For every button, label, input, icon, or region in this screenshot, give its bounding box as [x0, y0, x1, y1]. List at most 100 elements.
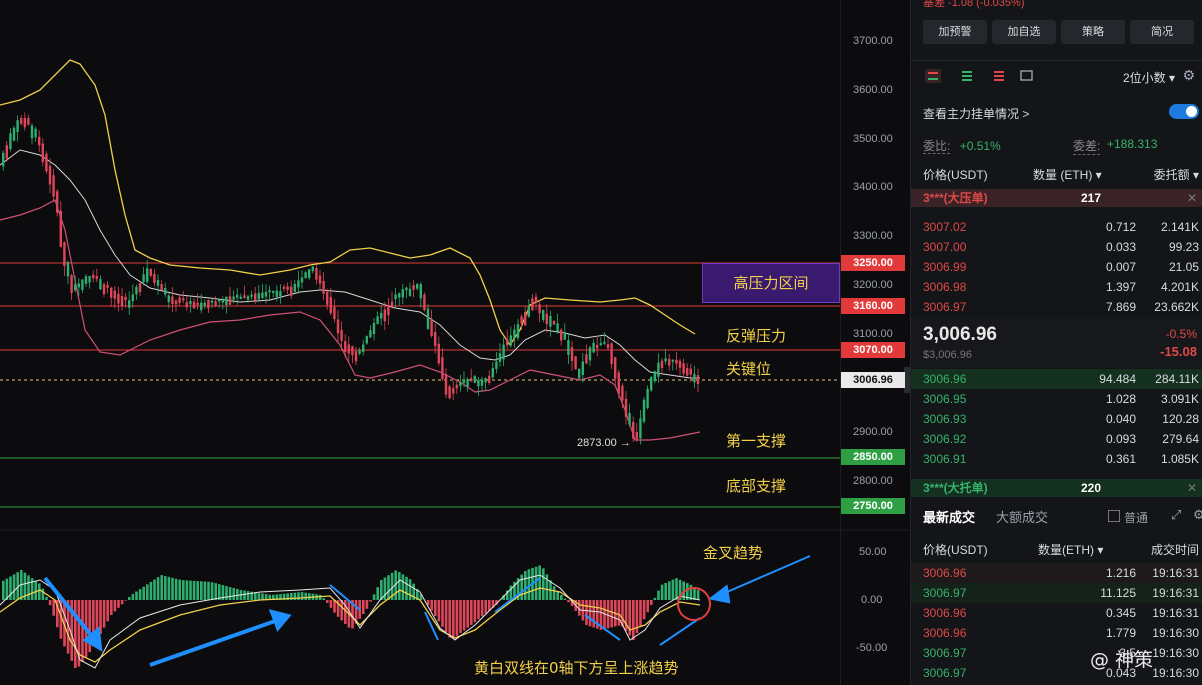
- candle: [20, 118, 23, 124]
- bid-total: 120.28: [1162, 412, 1199, 426]
- book-asks-icon[interactable]: [991, 69, 1007, 83]
- add-watchlist-button[interactable]: 加自选: [992, 20, 1056, 44]
- col-qty[interactable]: 数量 (ETH) ▾: [1033, 166, 1102, 183]
- candles-group: [2, 112, 700, 445]
- settings-icon[interactable]: ⚙: [1182, 67, 1195, 84]
- trade-qty: 0.345: [1105, 606, 1136, 620]
- settings-icon[interactable]: ⚙: [1193, 507, 1202, 523]
- candle: [390, 301, 394, 307]
- trade-row[interactable]: 3006.97 11.125 19:16:31: [911, 583, 1202, 603]
- bid-qty: 94.484: [1099, 372, 1136, 386]
- macd-bar: [430, 600, 433, 611]
- main-order-link[interactable]: 查看主力挂单情况 >: [923, 105, 1199, 122]
- change-value: -15.08: [1160, 344, 1197, 359]
- bid-price: 3006.93: [923, 412, 967, 426]
- tab-large-trades[interactable]: 大额成交: [996, 507, 1048, 526]
- candle: [650, 377, 653, 391]
- ask-row[interactable]: 3007.00 0.033 99.23: [911, 237, 1202, 257]
- buy-wall-row[interactable]: 3***(大托单) 220 ✕: [911, 479, 1202, 497]
- normal-checkbox[interactable]: [1108, 510, 1120, 522]
- candle: [689, 368, 692, 375]
- candle: [614, 357, 617, 379]
- trade-time: 19:16:31: [1152, 586, 1199, 600]
- macd-bar: [254, 592, 257, 600]
- ask-row[interactable]: 3006.99 0.007 21.05: [911, 257, 1202, 277]
- bid-row[interactable]: 3006.95 1.028 3.091K: [911, 389, 1202, 409]
- bid-row[interactable]: 3006.92 0.093 279.64: [911, 429, 1202, 449]
- macd-bar: [365, 600, 369, 609]
- book-bids-icon[interactable]: [959, 69, 975, 83]
- trade-row[interactable]: 3006.97 0.043 19:16:30: [911, 663, 1202, 683]
- decimal-select[interactable]: 2位小数 ▾: [1123, 69, 1175, 86]
- candle: [9, 133, 12, 150]
- macd-bar: [171, 577, 174, 600]
- ask-row[interactable]: 3006.97 7.869 23.662K: [911, 297, 1202, 317]
- col-total[interactable]: 委托额 ▾: [1154, 166, 1199, 183]
- candle: [376, 316, 379, 324]
- close-icon[interactable]: ✕: [1187, 189, 1197, 207]
- macd-bar: [632, 600, 635, 640]
- macd-bar: [617, 600, 621, 626]
- sell-wall-row[interactable]: 3***(大压单) 217 ✕: [911, 189, 1202, 207]
- col-qty[interactable]: 数量(ETH) ▾: [1038, 541, 1103, 558]
- ask-total: 2.141K: [1160, 220, 1199, 234]
- candle: [675, 359, 678, 364]
- trade-row[interactable]: 3006.96 0.345 19:16:31: [911, 603, 1202, 623]
- candle: [459, 382, 462, 387]
- ask-total: 99.23: [1168, 240, 1199, 254]
- macd-bar: [696, 589, 700, 600]
- candle: [304, 272, 307, 279]
- macd-bar: [146, 584, 149, 600]
- candle: [293, 283, 296, 292]
- macd-bar: [149, 581, 153, 600]
- tab-latest-trades[interactable]: 最新成交: [923, 507, 975, 526]
- candle: [59, 210, 62, 248]
- candle: [246, 296, 250, 300]
- candle: [624, 398, 628, 417]
- add-alert-button[interactable]: 加预警: [923, 20, 987, 44]
- ask-row[interactable]: 3007.02 0.712 2.141K: [911, 217, 1202, 237]
- trade-row[interactable]: 3006.96 1.216 19:16:31: [911, 563, 1202, 583]
- macd-bar: [376, 587, 379, 600]
- close-icon[interactable]: ✕: [1187, 479, 1197, 497]
- macd-bar: [120, 600, 124, 605]
- candle: [606, 344, 610, 349]
- bid-row[interactable]: 3006.91 0.361 1.085K: [911, 449, 1202, 469]
- macd-bar: [38, 583, 41, 600]
- expand-icon[interactable]: ⤢: [1171, 507, 1181, 523]
- trade-time: 19:16:30: [1152, 666, 1199, 680]
- trade-row[interactable]: 3006.97 3.5 19:16:30: [911, 643, 1202, 663]
- candle: [5, 145, 8, 159]
- first-support-label: 第一支撑: [726, 432, 787, 450]
- candle: [160, 283, 163, 291]
- bid-row[interactable]: 3006.96 94.484 284.11K: [911, 369, 1202, 389]
- ask-row[interactable]: 3006.98 1.397 4.201K: [911, 277, 1202, 297]
- candle: [322, 281, 325, 294]
- main-order-toggle[interactable]: [1169, 104, 1199, 119]
- book-both-icon[interactable]: [925, 69, 941, 83]
- candle: [117, 293, 120, 304]
- macd-bar: [693, 587, 696, 600]
- bid-row[interactable]: 3006.93 0.040 120.28: [911, 409, 1202, 429]
- ytick: 3200.00: [853, 279, 893, 291]
- ask-qty: 7.869: [1105, 300, 1136, 314]
- macd-bar: [329, 600, 333, 608]
- candlestick-chart[interactable]: 3700.00 3600.00 3500.00 3400.00 3300.00 …: [0, 0, 910, 685]
- macd-bar: [639, 600, 642, 627]
- expand-icon[interactable]: [1019, 69, 1035, 83]
- candle: [635, 431, 638, 440]
- overview-button[interactable]: 简况: [1130, 20, 1194, 44]
- macd-note-label: 黄白双线在0轴下方呈上涨趋势: [474, 659, 679, 677]
- candle: [286, 286, 289, 291]
- trade-row[interactable]: 3006.96 1.779 19:16:30: [911, 623, 1202, 643]
- ask-price: 3006.99: [923, 260, 967, 274]
- macd-bar: [106, 600, 109, 622]
- candle: [552, 320, 556, 325]
- strategy-button[interactable]: 策略: [1061, 20, 1125, 44]
- candle: [516, 324, 520, 339]
- candle: [84, 276, 88, 284]
- candle: [372, 322, 376, 335]
- macd-bar: [452, 600, 455, 639]
- candle: [524, 311, 527, 326]
- macd-bar: [27, 575, 30, 600]
